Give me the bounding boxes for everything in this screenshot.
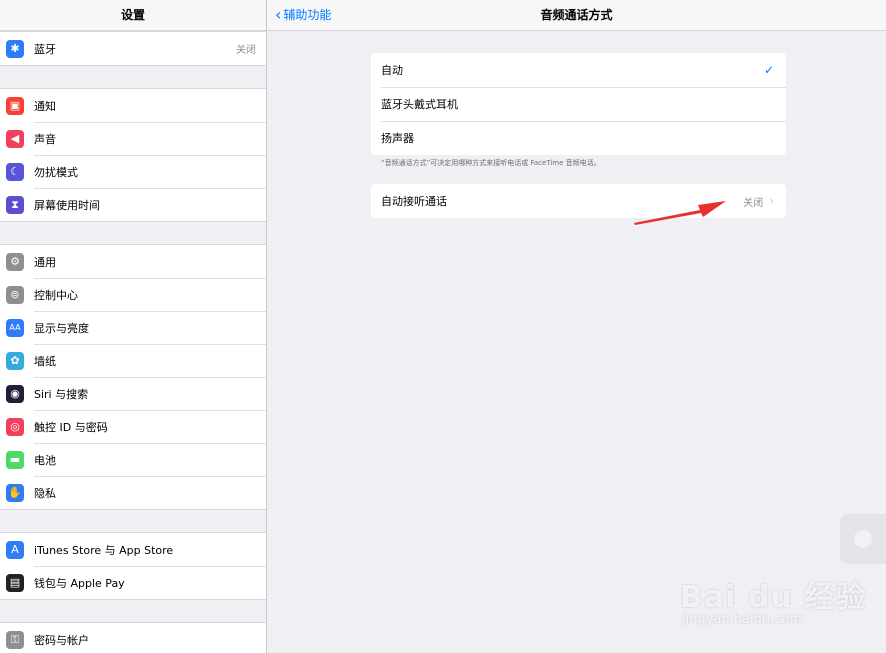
control-center-icon: ⊜ [6, 285, 24, 304]
sidebar-title: 设置 [0, 0, 266, 31]
sidebar-group-general: ⚙ 通用 ⊜ 控制中心 AA 显示与亮度 ✿ 墙纸 ◉ Siri 与搜索 ◎ 触控 ID 与密码 ▬ 电池… [0, 244, 266, 510]
sidebar-item[interactable]: ✋ 隐私 [0, 476, 266, 509]
sidebar-group-connectivity: ✱ 蓝牙 关闭 [0, 31, 266, 66]
chevron-right-icon: › [769, 194, 774, 208]
sidebar-item[interactable]: ▣ 通知 [0, 89, 266, 122]
sidebar-item-label: 屏幕使用时间 [34, 198, 100, 212]
sidebar: 设置 ✱ 蓝牙 关闭 ▣ 通知 ◀ 声音 ☾ 勿扰模式 ⧗ 屏幕使用时间 ⚙ 通用 ⊜ 控制中心 AA 显示… [0, 0, 267, 653]
sidebar-item[interactable]: ◎ 触控 ID 与密码 [0, 410, 266, 443]
footnote: “音频通话方式”可决定用哪种方式来接听电话或 FaceTime 音频电话。 [381, 159, 601, 167]
bluetooth-icon: ✱ [6, 39, 24, 58]
assistive-touch-button[interactable] [840, 514, 886, 564]
sidebar-group-store: AiTunes Store 与 App Store ▤ 钱包与 Apple Pay [0, 532, 266, 600]
sidebar-item-label: 隐私 [34, 486, 56, 500]
sidebar-item-label: 蓝牙 [34, 42, 56, 56]
option-label: 自动 [381, 64, 403, 77]
sidebar-item-value: 关闭 [236, 45, 256, 56]
sidebar-item[interactable]: ◀ 声音 [0, 122, 266, 155]
sidebar-item-label: iTunes Store 与 App Store [34, 543, 174, 557]
sidebar-item[interactable]: ◉ Siri 与搜索 [0, 377, 266, 410]
sidebar-item[interactable]: ⚿ 密码与帐户 [0, 623, 266, 653]
sidebar-item-label: 电池 [34, 453, 56, 467]
sidebar-item[interactable]: ✱ 蓝牙 关闭 [0, 32, 266, 65]
sidebar-item[interactable]: ▤ 钱包与 Apple Pay [0, 566, 266, 599]
sidebar-item[interactable]: ⚙ 通用 [0, 245, 266, 278]
sidebar-item-label: 触控 ID 与密码 [34, 420, 108, 434]
sidebar-item[interactable]: ⧗ 屏幕使用时间 [0, 188, 266, 221]
option-bluetooth-headset[interactable]: 蓝牙头戴式耳机 [371, 87, 786, 121]
notifications-icon: ▣ [6, 96, 24, 115]
auto-answer-label: 自动接听通话 [381, 195, 447, 208]
app-store-icon: A [6, 540, 24, 559]
wallpaper-icon: ✿ [6, 351, 24, 370]
detail-pane: ‹ 辅助功能 音频通话方式 自动 ✓ 蓝牙头戴式耳机 扬声器 “音频通话方式”可… [267, 0, 886, 653]
sidebar-item[interactable]: ▬ 电池 [0, 443, 266, 476]
option-speaker[interactable]: 扬声器 [371, 121, 786, 155]
hand-icon: ✋ [6, 483, 24, 502]
sidebar-item[interactable]: ☾ 勿扰模式 [0, 155, 266, 188]
sidebar-item-label: 密码与帐户 [34, 633, 89, 647]
sidebar-item[interactable]: ✿ 墙纸 [0, 344, 266, 377]
option-auto[interactable]: 自动 ✓ [371, 53, 786, 87]
sidebar-item-label: 通用 [34, 255, 56, 269]
sound-icon: ◀ [6, 129, 24, 148]
option-label: 蓝牙头戴式耳机 [381, 98, 458, 111]
page-title: 音频通话方式 [540, 8, 613, 22]
siri-icon: ◉ [6, 384, 24, 403]
battery-icon: ▬ [6, 450, 24, 469]
sidebar-group-notifications: ▣ 通知 ◀ 声音 ☾ 勿扰模式 ⧗ 屏幕使用时间 [0, 88, 266, 222]
display-icon: AA [6, 318, 24, 337]
annotation-arrow [634, 201, 726, 225]
sidebar-item-label: 勿扰模式 [34, 165, 78, 179]
wallet-icon: ▤ [6, 573, 24, 592]
sidebar-group-accounts: ⚿ 密码与帐户 [0, 622, 266, 653]
fingerprint-icon: ◎ [6, 417, 24, 436]
moon-icon: ☾ [6, 162, 24, 181]
gear-icon: ⚙ [6, 252, 24, 271]
sidebar-item-label: Siri 与搜索 [34, 387, 89, 401]
checkmark-icon: ✓ [763, 63, 774, 77]
sidebar-item[interactable]: ⊜ 控制中心 [0, 278, 266, 311]
sidebar-item[interactable]: AiTunes Store 与 App Store [0, 533, 266, 566]
sidebar-item-label: 通知 [34, 99, 56, 113]
option-label: 扬声器 [381, 132, 414, 145]
sidebar-item-label: 声音 [34, 132, 56, 146]
sidebar-item[interactable]: AA 显示与亮度 [0, 311, 266, 344]
audio-route-options: 自动 ✓ 蓝牙头戴式耳机 扬声器 [371, 53, 786, 155]
sidebar-item-label: 控制中心 [34, 288, 78, 302]
sidebar-item-label: 钱包与 Apple Pay [34, 576, 125, 590]
key-icon: ⚿ [6, 630, 24, 649]
navigation-bar: ‹ 辅助功能 音频通话方式 [267, 0, 886, 31]
sidebar-item-label: 显示与亮度 [34, 321, 89, 335]
auto-answer-value: 关闭 [743, 197, 764, 209]
hourglass-icon: ⧗ [6, 195, 24, 214]
sidebar-item-label: 墙纸 [34, 354, 56, 368]
